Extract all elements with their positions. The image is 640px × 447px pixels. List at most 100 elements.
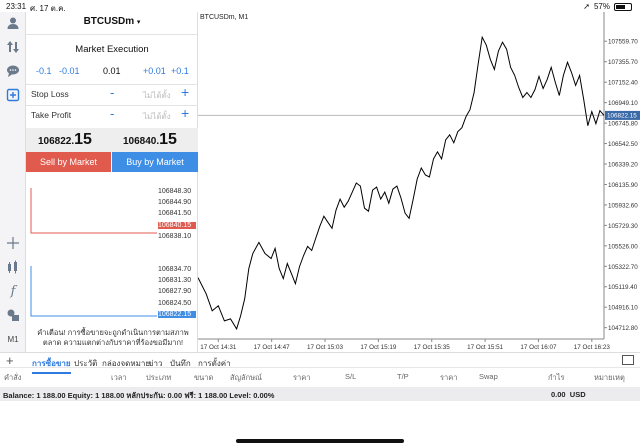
account-currency: USD (569, 390, 586, 399)
bid-tick-label: 106824.50 (158, 299, 192, 307)
stop-loss-input[interactable]: ไม่ได้ตั้ง (143, 89, 171, 102)
col-type: ประเภท (146, 373, 172, 382)
col-swap: Swap (479, 372, 498, 381)
y-tick-label: 105932.60 (608, 202, 638, 209)
stop-loss-minus-button[interactable]: - (110, 85, 114, 100)
y-tick-label: 107355.70 (608, 59, 638, 66)
ask-tick-label: 106840.15 (158, 221, 196, 229)
ask-tick-line (30, 188, 157, 234)
clock: 23:31 (6, 2, 27, 11)
col-time: เวลา (111, 373, 127, 382)
take-profit-field: Take Profit - ไม่ได้ตั้ง + (26, 105, 198, 123)
order-panel: BTCUSDm ▾ Market Execution -0.1 -0.01 0.… (26, 12, 198, 352)
take-profit-plus-button[interactable]: + (181, 105, 189, 121)
timeframe-label: M1 (7, 334, 19, 344)
home-indicator (236, 439, 404, 443)
col-price: ราคา (293, 373, 311, 382)
execution-warning: คำเตือน! การซื้อขายจะถูกดำเนินการตามสภาพ… (37, 328, 189, 347)
y-tick-label: 105729.30 (608, 223, 638, 230)
account-icon[interactable] (3, 14, 23, 32)
stop-loss-field: Stop Loss - ไม่ได้ตั้ง + (26, 84, 198, 102)
volume-dec-small-button[interactable]: -0.01 (59, 66, 80, 76)
y-tick-label: 105322.70 (608, 264, 638, 271)
symbol-name: BTCUSDm (83, 16, 135, 27)
divider (26, 34, 198, 35)
ask-price-big: 15 (159, 131, 177, 148)
x-tick-label: 17 Oct 15:35 (414, 344, 451, 351)
col-comment: หมายเหตุ (594, 373, 625, 382)
take-profit-input[interactable]: ไม่ได้ตั้ง (143, 110, 171, 123)
col-sl: S/L (345, 372, 357, 381)
bid-tick-label: 106831.30 (158, 277, 192, 285)
chat-icon[interactable] (3, 62, 23, 80)
y-tick-label: 106135.90 (608, 182, 638, 189)
tab-history[interactable]: ประวัติ (74, 357, 97, 370)
location-icon: ➚ (583, 2, 590, 11)
battery-icon (614, 2, 632, 11)
col-tp: T/P (397, 372, 409, 381)
total-profit-value: 0.00 (551, 390, 566, 399)
x-tick-label: 17 Oct 15:19 (360, 344, 397, 351)
bid-tick-line (30, 266, 157, 317)
buy-by-market-button[interactable]: Buy by Market (112, 152, 198, 172)
bid-tick-label: 106834.70 (158, 266, 192, 273)
ask-tick-label: 106848.30 (158, 188, 192, 195)
new-order-icon[interactable] (3, 86, 23, 104)
y-tick-label: 104712.80 (608, 325, 638, 332)
timeframe-button[interactable]: M1 (3, 330, 23, 348)
status-right: ➚ 57% (583, 2, 632, 11)
col-order: คำสั่ง (4, 373, 22, 382)
crosshair-icon[interactable] (3, 234, 23, 252)
tab-news[interactable]: ข่าว (148, 357, 162, 370)
price-chart[interactable]: BTCUSDm, M1 107559.70 107355.70 107152.40 1… (198, 12, 640, 352)
sell-by-market-button[interactable]: Sell by Market (26, 152, 111, 172)
trade-arrows-icon[interactable] (3, 38, 23, 56)
col-size: ขนาด (194, 373, 214, 382)
ask-tick-chart: 106848.30 106844.90 106841.50 106840.15 1068… (30, 186, 196, 242)
ask-tick-label: 106838.10 (158, 232, 192, 240)
stop-loss-plus-button[interactable]: + (181, 84, 189, 100)
volume-dec-big-button[interactable]: -0.1 (36, 66, 52, 76)
execution-type[interactable]: Market Execution (26, 44, 198, 55)
objects-icon[interactable] (3, 306, 23, 324)
ask-price-main: 106840. (123, 136, 160, 147)
col-profit: กำไร (548, 373, 565, 382)
terminal-columns: คำสั่ง เวลา ประเภท ขนาด สัญลักษณ์ ราคา S… (0, 372, 640, 384)
y-tick-label: 106745.80 (608, 121, 638, 128)
bid-tick-chart: 106834.70 106831.30 106827.90 106824.50 1068… (30, 264, 196, 320)
x-tick-label: 17 Oct 15:51 (467, 344, 504, 351)
take-profit-minus-button[interactable]: - (110, 106, 114, 121)
current-price-label: 106822.15 (607, 113, 637, 120)
ask-tick-label: 106841.50 (158, 210, 192, 218)
indicators-icon[interactable] (3, 258, 23, 276)
total-profit: 0.00 USD (551, 390, 586, 399)
stop-loss-label: Stop Loss (31, 89, 69, 99)
dock-panel-icon[interactable] (622, 355, 634, 365)
left-toolbar: f M1 (0, 12, 26, 352)
tab-mailbox[interactable]: กล่องจดหมาย (102, 357, 150, 370)
bid-price-big: 15 (74, 131, 92, 148)
volume-inc-big-button[interactable]: +0.1 (171, 66, 189, 76)
symbol-selector[interactable]: BTCUSDm ▾ (26, 16, 198, 27)
x-tick-label: 17 Oct 14:47 (254, 344, 291, 351)
x-tick-label: 17 Oct 16:23 (574, 344, 611, 351)
y-tick-label: 106339.20 (608, 162, 638, 169)
battery-percent: 57% (593, 2, 610, 11)
x-tick-label: 17 Oct 14:31 (200, 344, 237, 351)
ask-tick-label: 106844.90 (158, 199, 192, 207)
volume-inc-small-button[interactable]: +0.01 (143, 66, 166, 76)
bid-tick-label: 106827.90 (158, 288, 192, 296)
add-icon[interactable]: + (6, 353, 14, 368)
tab-settings[interactable]: การตั้งค่า (198, 357, 231, 370)
chart-canvas[interactable]: 107559.70 107355.70 107152.40 106949.10 1067… (198, 12, 640, 352)
x-tick-label: 17 Oct 16:07 (520, 344, 557, 351)
balance-bar: Balance: 1 188.00 Equity: 1 188.00 หลักป… (0, 387, 640, 401)
volume-value[interactable]: 0.01 (103, 66, 121, 76)
ask-price: 106840.15 (123, 131, 177, 149)
tab-journal[interactable]: บันทึก (170, 357, 191, 370)
function-icon[interactable]: f (3, 282, 23, 300)
x-tick-label: 17 Oct 15:03 (307, 344, 344, 351)
y-tick-label: 106542.50 (608, 141, 638, 148)
take-profit-label: Take Profit (31, 110, 72, 120)
bid-price-main: 106822. (38, 136, 75, 147)
